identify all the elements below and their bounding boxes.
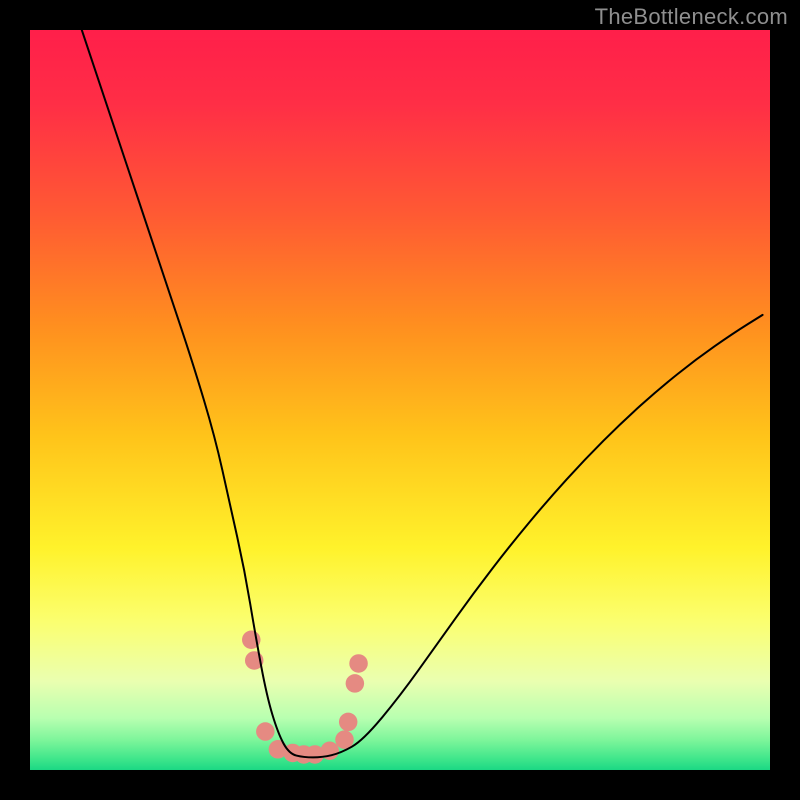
marker-dot [256,722,275,741]
marker-dot [346,674,365,693]
plot-area [30,30,770,770]
bottom-markers [242,631,368,764]
stage: TheBottleneck.com [0,0,800,800]
bottleneck-curve [82,30,763,757]
curve-layer [30,30,770,770]
marker-dot [349,654,368,673]
marker-dot [339,713,358,732]
watermark-text: TheBottleneck.com [595,4,788,30]
